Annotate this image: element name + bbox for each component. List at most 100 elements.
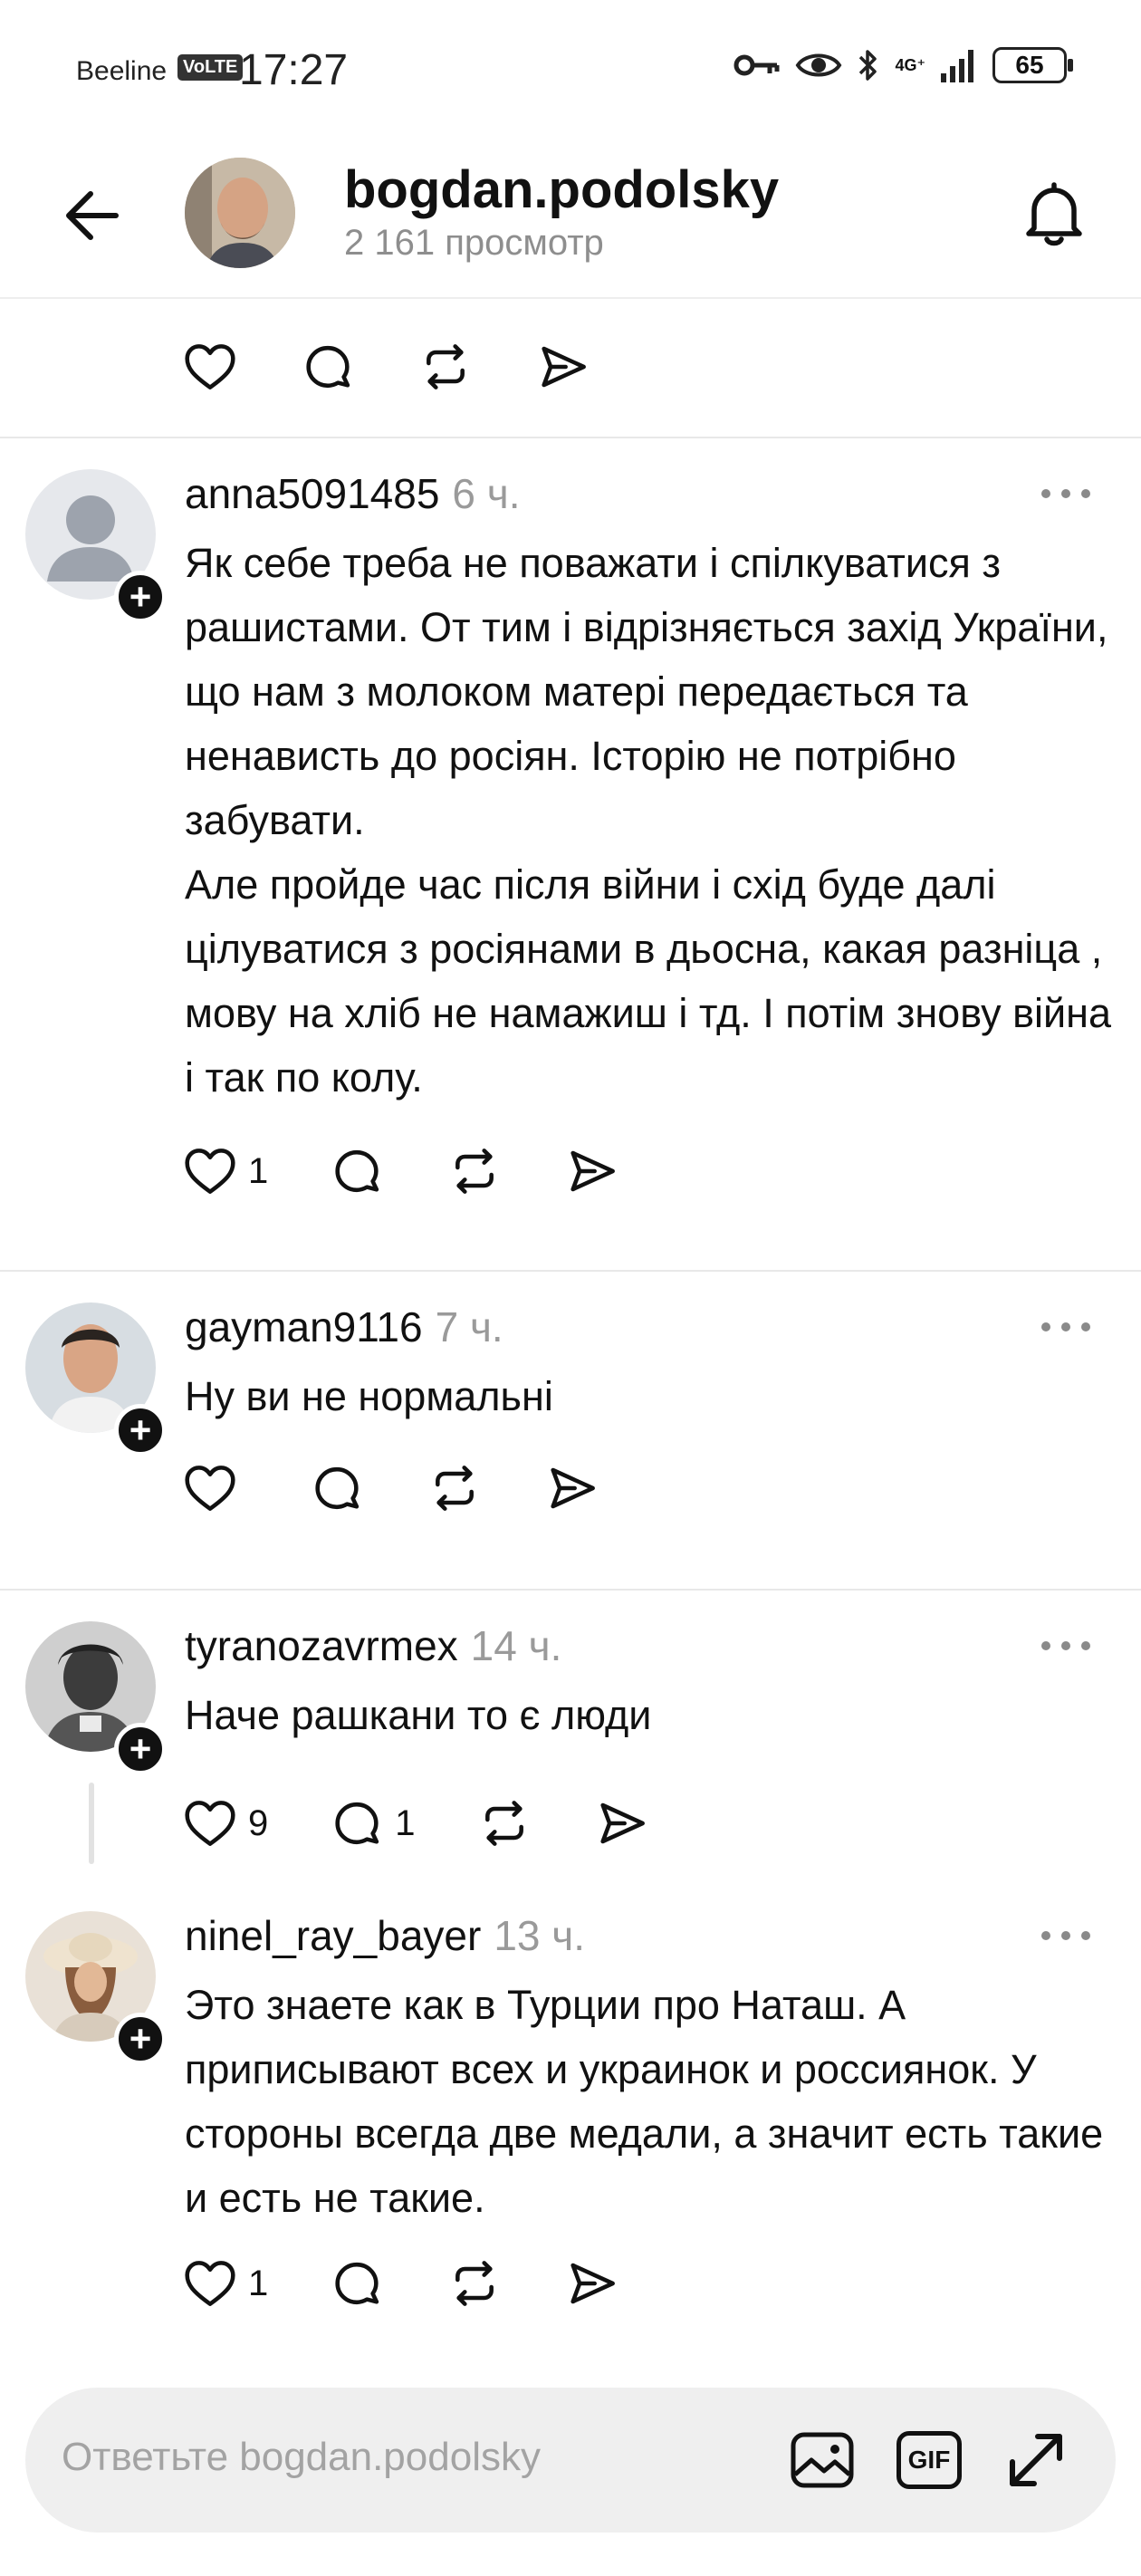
repost-icon [446, 2254, 503, 2312]
reply-button[interactable] [328, 2252, 386, 2315]
comment-username[interactable]: tyranozavrmex [185, 1622, 458, 1669]
comment-text: Это знаете как в Турции про Наташ. А при… [185, 1982, 1104, 2221]
more-icon[interactable] [1041, 1313, 1090, 1341]
divider [0, 437, 1141, 438]
comment-username-line: gayman9116 7 ч. [185, 1302, 503, 1351]
author-photo [185, 158, 295, 268]
repost-icon [475, 1794, 533, 1852]
comment-username[interactable]: ninel_ray_bayer [185, 1912, 481, 1959]
divider [0, 1589, 1141, 1591]
send-icon [534, 338, 592, 396]
comment-time: 6 ч. [452, 470, 521, 517]
author-username[interactable]: bogdan.podolsky [344, 159, 779, 220]
comment-text: Наче рашкани то є люди [185, 1692, 652, 1738]
like-button[interactable]: 9 [181, 1792, 268, 1855]
comment-time: 13 ч. [494, 1912, 586, 1959]
reply-placeholder: Ответьте bogdan.podolsky [62, 2435, 541, 2479]
follow-plus-icon[interactable]: + [114, 2013, 167, 2065]
heart-icon [181, 338, 239, 396]
comment-actions: 1 [181, 2252, 681, 2315]
carrier-label: Beeline [76, 56, 168, 86]
send-icon [563, 1142, 621, 1200]
bluetooth-icon [859, 50, 877, 81]
comment-username[interactable]: gayman9116 [185, 1303, 423, 1350]
repost-button[interactable] [426, 1456, 484, 1520]
view-count: 2 161 просмотр [344, 223, 604, 263]
signal-icon [941, 50, 973, 82]
gif-icon[interactable]: GIF [893, 2424, 965, 2496]
gif-label: GIF [896, 2431, 962, 2489]
repost-button[interactable] [446, 1139, 503, 1203]
status-time: 17:27 [239, 46, 349, 94]
repost-button[interactable] [475, 1792, 533, 1855]
key-icon [734, 54, 780, 76]
comment-actions: 1 [181, 1139, 681, 1203]
reply-button[interactable] [299, 335, 357, 399]
more-icon[interactable] [1041, 480, 1090, 507]
previous-comment-actions [181, 335, 652, 399]
more-icon[interactable] [1041, 1922, 1090, 1949]
reply-button[interactable]: 1 [328, 1792, 416, 1855]
repost-icon [417, 338, 475, 396]
comment-actions: 9 1 [181, 1792, 711, 1855]
send-icon [593, 1794, 651, 1852]
send-icon [563, 2254, 621, 2312]
status-icons: 4G⁺ 65 [734, 47, 1073, 83]
comment-icon [299, 338, 357, 396]
reply-button[interactable] [308, 1456, 366, 1520]
comment-text: Ну ви не нормальні [185, 1373, 553, 1419]
follow-plus-icon[interactable]: + [114, 1404, 167, 1456]
like-count: 1 [248, 2263, 269, 2303]
thread-header: bogdan.podolsky 2 161 просмотр [0, 136, 1141, 299]
share-button[interactable] [593, 1792, 651, 1855]
comment-time: 7 ч. [435, 1303, 503, 1350]
like-button[interactable]: 1 [181, 1139, 268, 1203]
reply-button[interactable] [328, 1139, 386, 1203]
image-icon[interactable] [786, 2424, 858, 2496]
comment-icon [328, 1794, 386, 1852]
send-icon [543, 1459, 601, 1517]
share-button[interactable] [563, 1139, 621, 1203]
repost-button[interactable] [417, 335, 475, 399]
heart-icon [181, 1142, 239, 1200]
battery-icon: 65 [992, 47, 1073, 83]
author-avatar[interactable] [185, 158, 295, 268]
back-arrow-icon[interactable] [56, 179, 129, 252]
comment-actions [181, 1456, 661, 1520]
reply-input[interactable]: Ответьте bogdan.podolsky GIF [25, 2388, 1116, 2533]
comment-text: Як себе треба не поважати і спілкуватися… [185, 540, 1112, 1101]
follow-plus-icon[interactable]: + [114, 1723, 167, 1775]
share-button[interactable] [543, 1456, 601, 1520]
heart-icon [181, 2254, 239, 2312]
comment-username-line: ninel_ray_bayer 13 ч. [185, 1911, 585, 1960]
status-bar: Beeline VoLTE 17:27 4G⁺ 65 [0, 0, 1141, 136]
bell-icon[interactable] [1016, 176, 1092, 252]
follow-plus-icon[interactable]: + [114, 571, 167, 623]
more-icon[interactable] [1041, 1632, 1090, 1659]
comment-time: 14 ч. [470, 1622, 562, 1669]
share-button[interactable] [563, 2252, 621, 2315]
heart-icon [181, 1459, 239, 1517]
comment-username[interactable]: anna5091485 [185, 470, 439, 517]
reply-bar: Ответьте bogdan.podolsky GIF [0, 2388, 1141, 2576]
heart-icon [181, 1794, 239, 1852]
reply-count: 1 [395, 1802, 416, 1843]
expand-icon[interactable] [1000, 2424, 1072, 2496]
repost-icon [426, 1459, 484, 1517]
comment-username-line: anna5091485 6 ч. [185, 469, 521, 518]
comment-username-line: tyranozavrmex 14 ч. [185, 1621, 561, 1670]
repost-button[interactable] [446, 2252, 503, 2315]
like-button[interactable] [181, 1456, 248, 1520]
volte-badge: VoLTE [177, 54, 244, 81]
comment-icon [308, 1459, 366, 1517]
repost-icon [446, 1142, 503, 1200]
comment-icon [328, 1142, 386, 1200]
like-count: 9 [248, 1802, 269, 1843]
eye-icon [796, 53, 842, 77]
like-button[interactable]: 1 [181, 2252, 268, 2315]
like-button[interactable] [181, 335, 239, 399]
share-button[interactable] [534, 335, 592, 399]
comment-icon [328, 2254, 386, 2312]
network-type: 4G⁺ [895, 56, 925, 74]
thread-line [89, 1783, 94, 1864]
